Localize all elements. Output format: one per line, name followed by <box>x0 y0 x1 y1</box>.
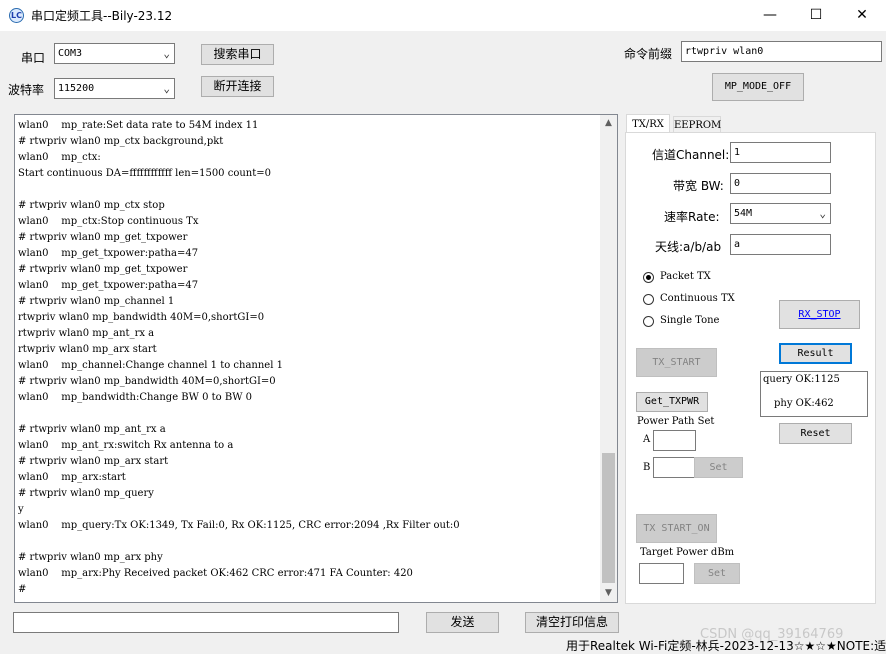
log-line: # rtwpriv wlan0 mp_arx phy <box>18 552 163 563</box>
log-line: # rtwpriv wlan0 mp_get_txpower <box>18 264 188 275</box>
tx-start-button[interactable]: TX_START <box>636 348 717 377</box>
target-power-input[interactable] <box>639 563 684 584</box>
log-line: wlan0 mp_channel:Change channel 1 to cha… <box>18 360 283 371</box>
command-prefix-input[interactable]: rtwpriv wlan0 <box>681 41 882 62</box>
log-line: # rtwpriv wlan0 mp_query <box>18 488 154 499</box>
get-txpwr-button[interactable]: Get_TXPWR <box>636 392 708 412</box>
minimize-button[interactable]: — <box>747 0 793 31</box>
log-line: wlan0 mp_ctx:Stop continuous Tx <box>18 216 199 227</box>
baud-label: 波特率 <box>8 83 45 97</box>
rate-select-value: 54M <box>734 208 753 219</box>
path-b-input[interactable] <box>653 457 696 478</box>
baud-select[interactable]: 115200 ⌄ <box>54 78 175 99</box>
rate-select[interactable]: 54M ⌄ <box>730 203 831 224</box>
port-select-value: COM3 <box>58 48 83 59</box>
reset-button[interactable]: Reset <box>779 423 852 444</box>
baud-select-value: 115200 <box>58 83 95 94</box>
channel-label: 信道Channel: <box>652 148 730 162</box>
port-label: 串口 <box>21 51 46 65</box>
rate-label: 速率Rate: <box>664 210 720 224</box>
packet-tx-radio[interactable] <box>643 272 654 283</box>
port-select[interactable]: COM3 ⌄ <box>54 43 175 64</box>
log-line: # rtwpriv wlan0 mp_arx start <box>18 456 169 467</box>
log-line: # <box>18 584 27 595</box>
log-line: # rtwpriv wlan0 mp_ctx background,pkt <box>18 136 224 147</box>
result-button[interactable]: Result <box>779 343 852 364</box>
set-path-button[interactable]: Set <box>694 457 743 478</box>
log-line: rtwpriv wlan0 mp_arx start <box>18 344 157 355</box>
path-b-label: B <box>643 462 651 473</box>
send-button[interactable]: 发送 <box>426 612 499 633</box>
result-box: query OK:1125 phy OK:462 <box>760 371 868 417</box>
packet-tx-label: Packet TX <box>660 271 711 282</box>
window-title: 串口定频工具--Bily-23.12 <box>31 9 173 23</box>
log-line: Start continuous DA=ffffffffffff len=150… <box>18 168 271 179</box>
app-icon: LC <box>9 8 24 23</box>
bw-label: 带宽 BW: <box>673 179 724 193</box>
single-tone-radio[interactable] <box>643 316 654 327</box>
query-ok-text: query OK:1125 <box>763 374 840 385</box>
log-line: wlan0 mp_get_txpower:patha=47 <box>18 280 199 291</box>
log-line: wlan0 mp_ant_rx:switch Rx antenna to a <box>18 440 234 451</box>
log-line: rtwpriv wlan0 mp_bandwidth 40M=0,shortGI… <box>18 312 265 323</box>
search-port-button[interactable]: 搜索串口 <box>201 44 274 65</box>
continuous-tx-label: Continuous TX <box>660 293 735 304</box>
continuous-tx-radio[interactable] <box>643 294 654 305</box>
tx-start-on-button[interactable]: TX START_ON <box>636 514 717 543</box>
log-line: wlan0 mp_ctx: <box>18 152 101 163</box>
rx-stop-button[interactable]: RX_STOP <box>779 300 860 329</box>
title-bar: LC 串口定频工具--Bily-23.12 — ☐ ✕ <box>0 0 886 31</box>
log-line: # rtwpriv wlan0 mp_ctx stop <box>18 200 165 211</box>
chevron-down-icon: ⌄ <box>163 82 170 95</box>
antenna-label: 天线:a/b/ab <box>655 240 722 254</box>
antenna-input[interactable]: a <box>730 234 831 255</box>
chevron-down-icon: ⌄ <box>163 47 170 60</box>
path-a-label: A <box>643 434 651 445</box>
log-line: # rtwpriv wlan0 mp_ant_rx a <box>18 424 166 435</box>
log-line: wlan0 mp_arx:Phy Received packet OK:462 … <box>18 568 413 579</box>
log-line: wlan0 mp_query:Tx OK:1349, Tx Fail:0, Rx… <box>18 520 460 531</box>
single-tone-label: Single Tone <box>660 315 720 326</box>
log-line: # rtwpriv wlan0 mp_channel 1 <box>18 296 175 307</box>
phy-ok-text: phy OK:462 <box>774 398 834 409</box>
scroll-down-icon[interactable]: ▼ <box>600 585 617 602</box>
log-output[interactable]: wlan0 mp_rate:Set data rate to 54M index… <box>14 114 618 603</box>
maximize-button[interactable]: ☐ <box>793 0 839 31</box>
command-prefix-label: 命令前缀 <box>624 47 673 61</box>
log-line: wlan0 mp_get_txpower:patha=47 <box>18 248 199 259</box>
log-scrollbar[interactable]: ▲ ▼ <box>600 115 617 602</box>
log-line: # rtwpriv wlan0 mp_bandwidth 40M=0,short… <box>18 376 276 387</box>
clear-log-button[interactable]: 清空打印信息 <box>525 612 619 633</box>
send-input[interactable] <box>13 612 399 633</box>
scroll-up-icon[interactable]: ▲ <box>600 115 617 132</box>
set-target-power-button[interactable]: Set <box>694 563 740 584</box>
bw-input[interactable]: 0 <box>730 173 831 194</box>
mp-mode-off-button[interactable]: MP_MODE_OFF <box>712 73 804 101</box>
close-button[interactable]: ✕ <box>839 0 885 31</box>
scroll-thumb[interactable] <box>602 453 615 583</box>
power-path-label: Power Path Set <box>637 416 715 427</box>
channel-input[interactable]: 1 <box>730 142 831 163</box>
target-power-label: Target Power dBm <box>640 547 735 558</box>
log-line: wlan0 mp_arx:start <box>18 472 126 483</box>
log-line: wlan0 mp_bandwidth:Change BW 0 to BW 0 <box>18 392 253 403</box>
path-a-input[interactable] <box>653 430 696 451</box>
log-line: y <box>18 504 24 515</box>
log-line: rtwpriv wlan0 mp_ant_rx a <box>18 328 155 339</box>
chevron-down-icon: ⌄ <box>819 207 826 220</box>
disconnect-button[interactable]: 断开连接 <box>201 76 274 97</box>
watermark: CSDN @qq_39164769 <box>700 627 844 642</box>
log-line: wlan0 mp_rate:Set data rate to 54M index… <box>18 120 259 131</box>
tab-txrx[interactable]: TX/RX <box>626 114 670 134</box>
log-line: # rtwpriv wlan0 mp_get_txpower <box>18 232 188 243</box>
